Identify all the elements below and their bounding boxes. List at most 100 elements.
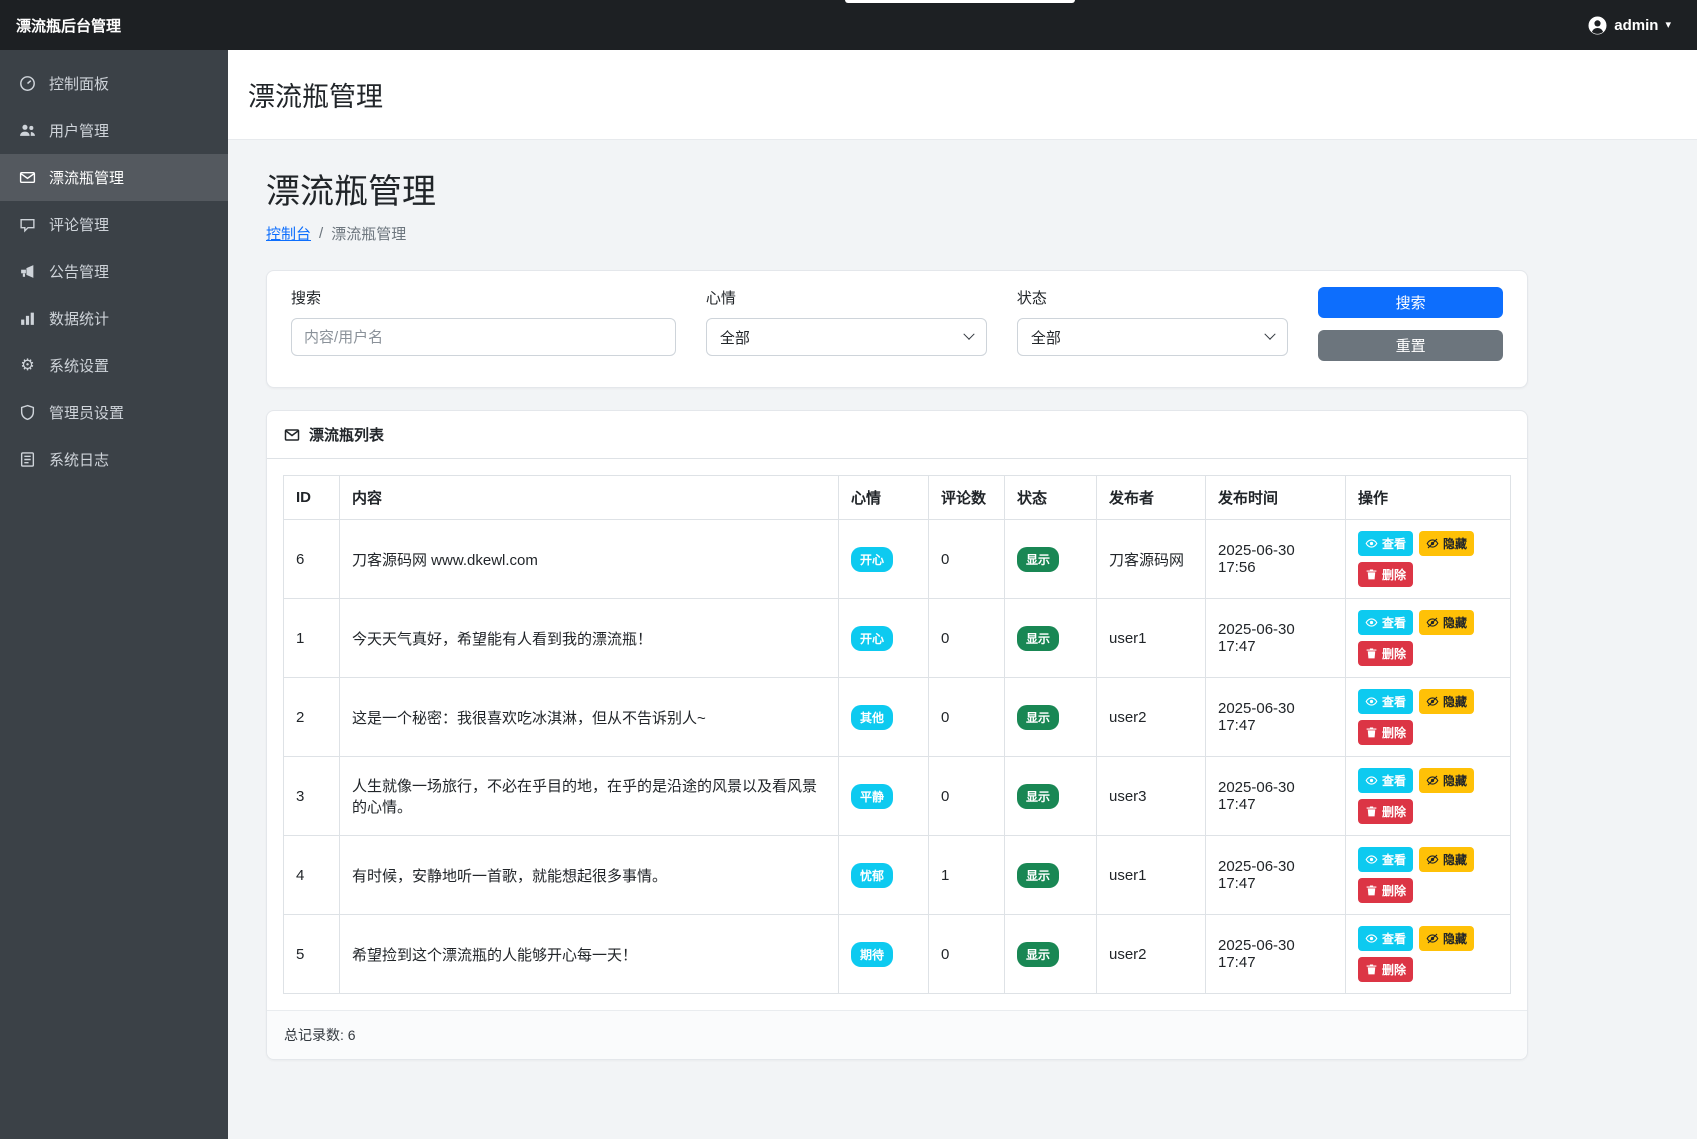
cell-id: 1 <box>284 599 340 678</box>
sidebar-item-users[interactable]: 用户管理 <box>0 107 228 154</box>
status-badge: 显示 <box>1017 626 1059 651</box>
cell-actions: 查看 隐藏 删除 <box>1346 757 1511 836</box>
hide-button-label: 隐藏 <box>1443 851 1467 868</box>
eye-slash-icon <box>1426 932 1439 945</box>
eye-slash-icon <box>1426 616 1439 629</box>
breadcrumb-home-link[interactable]: 控制台 <box>266 223 311 244</box>
col-header-mood: 心情 <box>839 476 929 520</box>
bottle-table: ID 内容 心情 评论数 状态 发布者 发布时间 操作 <box>283 475 1511 994</box>
col-header-time: 发布时间 <box>1206 476 1346 520</box>
sidebar-item-label: 管理员设置 <box>49 402 124 423</box>
bottle-list-title: 漂流瓶列表 <box>309 424 384 445</box>
table-header-row: ID 内容 心情 评论数 状态 发布者 发布时间 操作 <box>284 476 1511 520</box>
delete-button[interactable]: 删除 <box>1358 562 1413 587</box>
cell-content: 人生就像一场旅行，不必在乎目的地，在乎的是沿途的风景以及看风景的心情。 <box>340 757 839 836</box>
sidebar-item-bottles[interactable]: 漂流瓶管理 <box>0 154 228 201</box>
status-select[interactable]: 全部 <box>1017 318 1288 356</box>
app-brand[interactable]: 漂流瓶后台管理 <box>16 15 121 36</box>
cell-publisher: user3 <box>1097 757 1206 836</box>
cell-mood: 期待 <box>839 915 929 994</box>
view-button[interactable]: 查看 <box>1358 926 1413 951</box>
bottle-table-body: 6 刀客源码网 www.dkewl.com 开心 0 显示 刀客源码网 2025… <box>284 520 1511 994</box>
user-name: admin <box>1614 17 1658 34</box>
cell-time: 2025-06-30 17:47 <box>1206 836 1346 915</box>
view-button-label: 查看 <box>1382 693 1406 710</box>
table-row: 5 希望捡到这个漂流瓶的人能够开心每一天！ 期待 0 显示 user2 2025… <box>284 915 1511 994</box>
hide-button[interactable]: 隐藏 <box>1419 847 1474 872</box>
col-header-comments: 评论数 <box>929 476 1005 520</box>
view-button[interactable]: 查看 <box>1358 610 1413 635</box>
page-title: 漂流瓶管理 <box>266 164 1528 213</box>
action-line: 删除 <box>1358 799 1498 824</box>
table-row: 2 这是一个秘密：我很喜欢吃冰淇淋，但从不告诉别人~ 其他 0 显示 user2… <box>284 678 1511 757</box>
action-line: 删除 <box>1358 641 1498 666</box>
view-button[interactable]: 查看 <box>1358 689 1413 714</box>
col-header-content: 内容 <box>340 476 839 520</box>
sidebar-item-comments[interactable]: 评论管理 <box>0 201 228 248</box>
cell-mood: 忧郁 <box>839 836 929 915</box>
delete-button[interactable]: 删除 <box>1358 957 1413 982</box>
cell-comments: 1 <box>929 836 1005 915</box>
content-header: 漂流瓶管理 <box>228 50 1697 140</box>
mood-badge: 平静 <box>851 784 893 809</box>
sidebar-item-settings[interactable]: ⚙ 系统设置 <box>0 342 228 389</box>
hide-button[interactable]: 隐藏 <box>1419 689 1474 714</box>
sidebar-item-dashboard[interactable]: 控制面板 <box>0 60 228 107</box>
table-wrap: ID 内容 心情 评论数 状态 发布者 发布时间 操作 <box>267 459 1527 1010</box>
cell-publisher: user2 <box>1097 915 1206 994</box>
view-button-label: 查看 <box>1382 535 1406 552</box>
sidebar-item-announcements[interactable]: 公告管理 <box>0 248 228 295</box>
cell-status: 显示 <box>1005 836 1097 915</box>
mood-select[interactable]: 全部 <box>706 318 987 356</box>
view-button-label: 查看 <box>1382 851 1406 868</box>
sidebar-item-label: 数据统计 <box>49 308 109 329</box>
action-line: 删除 <box>1358 957 1498 982</box>
user-menu[interactable]: admin ▾ <box>1588 16 1671 35</box>
gear-icon: ⚙ <box>19 357 36 374</box>
eye-slash-icon <box>1426 537 1439 550</box>
cell-actions: 查看 隐藏 删除 <box>1346 520 1511 599</box>
view-button[interactable]: 查看 <box>1358 768 1413 793</box>
sidebar-item-logs[interactable]: 系统日志 <box>0 436 228 483</box>
cell-id: 2 <box>284 678 340 757</box>
eye-icon <box>1365 853 1378 866</box>
cell-actions: 查看 隐藏 删除 <box>1346 599 1511 678</box>
content-header-title: 漂流瓶管理 <box>248 75 383 114</box>
cell-status: 显示 <box>1005 915 1097 994</box>
cell-id: 4 <box>284 836 340 915</box>
eye-icon <box>1365 695 1378 708</box>
search-button[interactable]: 搜索 <box>1318 287 1503 318</box>
eye-icon <box>1365 932 1378 945</box>
sidebar-item-label: 公告管理 <box>49 261 109 282</box>
envelope-icon <box>284 427 300 443</box>
sidebar-item-admin-settings[interactable]: 管理员设置 <box>0 389 228 436</box>
delete-button[interactable]: 删除 <box>1358 641 1413 666</box>
delete-button-label: 删除 <box>1382 961 1406 978</box>
breadcrumb-current: 漂流瓶管理 <box>331 223 406 244</box>
search-input[interactable] <box>291 318 676 356</box>
cell-comments: 0 <box>929 678 1005 757</box>
status-badge: 显示 <box>1017 863 1059 888</box>
chart-bar-icon <box>19 310 36 327</box>
cell-id: 5 <box>284 915 340 994</box>
reset-button[interactable]: 重置 <box>1318 330 1503 361</box>
cell-time: 2025-06-30 17:47 <box>1206 599 1346 678</box>
delete-button[interactable]: 删除 <box>1358 878 1413 903</box>
hide-button[interactable]: 隐藏 <box>1419 926 1474 951</box>
sidebar-item-statistics[interactable]: 数据统计 <box>0 295 228 342</box>
cell-mood: 平静 <box>839 757 929 836</box>
hide-button[interactable]: 隐藏 <box>1419 610 1474 635</box>
cell-time: 2025-06-30 17:47 <box>1206 915 1346 994</box>
view-button[interactable]: 查看 <box>1358 847 1413 872</box>
trash-icon <box>1365 963 1378 976</box>
delete-button[interactable]: 删除 <box>1358 720 1413 745</box>
content-inner: 漂流瓶管理 控制台 / 漂流瓶管理 搜索 心情 全部 <box>266 164 1528 1060</box>
delete-button[interactable]: 删除 <box>1358 799 1413 824</box>
hide-button[interactable]: 隐藏 <box>1419 768 1474 793</box>
mood-select-value: 全部 <box>720 327 750 348</box>
hide-button[interactable]: 隐藏 <box>1419 531 1474 556</box>
eye-slash-icon <box>1426 853 1439 866</box>
view-button[interactable]: 查看 <box>1358 531 1413 556</box>
action-line: 查看 隐藏 <box>1358 926 1498 951</box>
sidebar-item-label: 系统设置 <box>49 355 109 376</box>
